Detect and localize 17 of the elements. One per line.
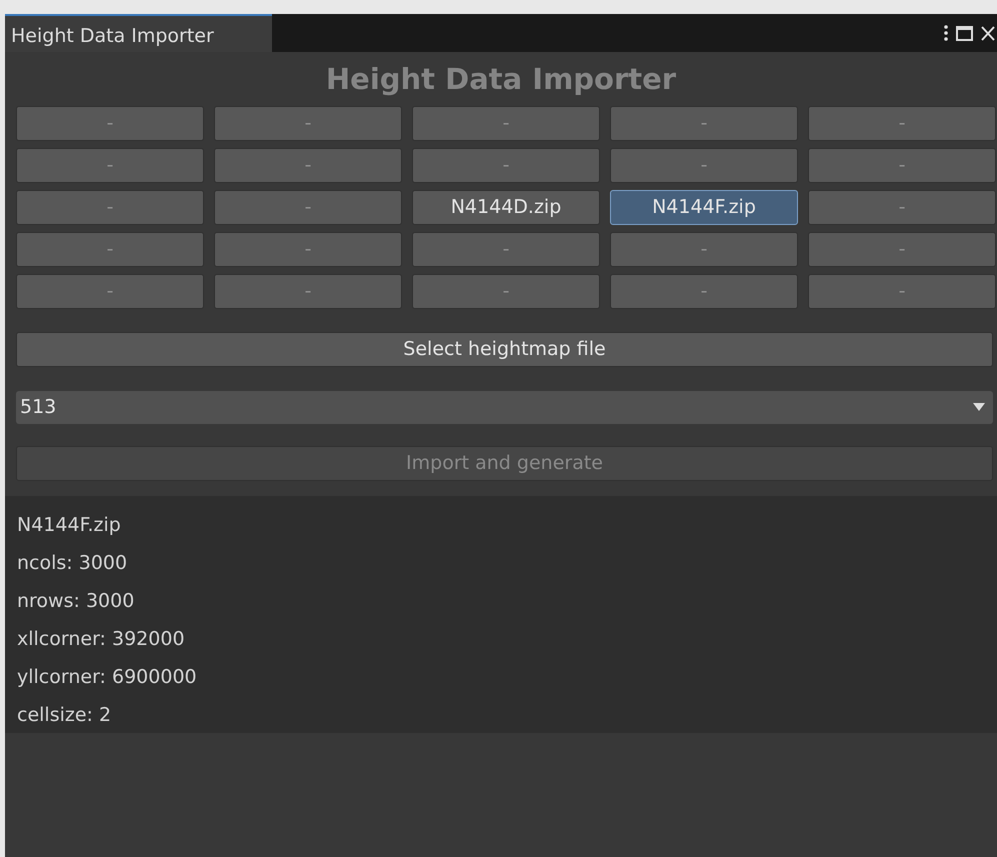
tile-button[interactable]: N4144F.zip bbox=[610, 190, 798, 224]
info-line: yllcorner: 6900000 bbox=[17, 664, 198, 690]
close-icon[interactable] bbox=[981, 26, 995, 40]
dropdown-value: 513 bbox=[20, 394, 56, 420]
window-tab[interactable]: Height Data Importer bbox=[5, 14, 272, 52]
resolution-dropdown[interactable]: 513 bbox=[16, 390, 993, 424]
maximize-icon[interactable] bbox=[956, 26, 973, 40]
more-options-icon[interactable] bbox=[944, 25, 948, 41]
caret-icon bbox=[973, 403, 985, 411]
select-file-button[interactable]: Select heightmap file bbox=[16, 332, 993, 366]
info-line: N4144F.zip bbox=[17, 512, 122, 538]
panel-title: Height Data Importer bbox=[324, 61, 678, 98]
info-line: cellsize: 2 bbox=[17, 702, 112, 728]
info-line: nrows: 3000 bbox=[17, 588, 136, 614]
info-line: ncols: 3000 bbox=[17, 550, 128, 576]
tile-button[interactable]: N4144D.zip bbox=[412, 190, 600, 224]
info-line: xllcorner: 392000 bbox=[17, 626, 186, 652]
